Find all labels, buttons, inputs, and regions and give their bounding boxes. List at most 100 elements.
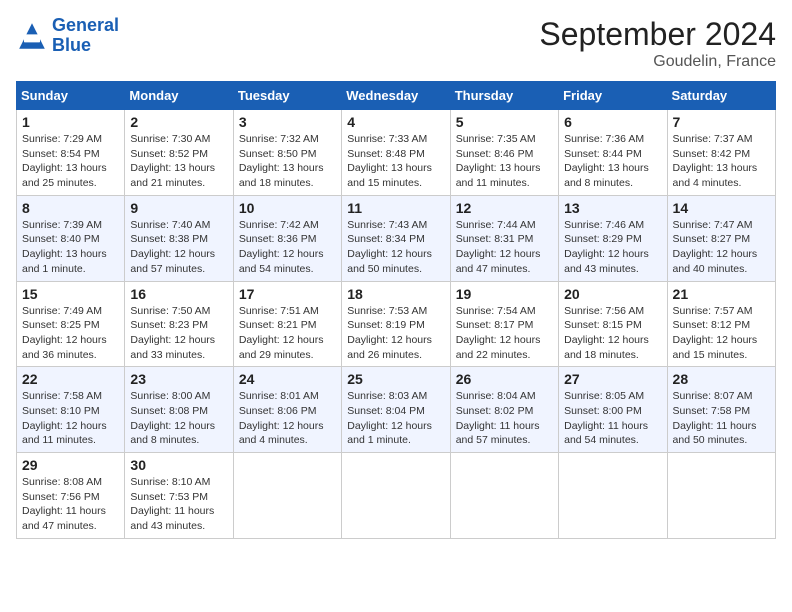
day-number: 4 <box>347 114 444 130</box>
day-info: Sunrise: 7:32 AM Sunset: 8:50 PM Dayligh… <box>239 132 336 191</box>
calendar-cell: 30 Sunrise: 8:10 AM Sunset: 7:53 PM Dayli… <box>125 453 233 539</box>
calendar-cell: 20 Sunrise: 7:56 AM Sunset: 8:15 PM Dayli… <box>559 281 667 367</box>
day-info: Sunrise: 7:57 AM Sunset: 8:12 PM Dayligh… <box>673 304 770 363</box>
day-number: 17 <box>239 286 336 302</box>
col-friday: Friday <box>559 82 667 110</box>
calendar-cell: 12 Sunrise: 7:44 AM Sunset: 8:31 PM Dayli… <box>450 195 558 281</box>
day-info: Sunrise: 7:35 AM Sunset: 8:46 PM Dayligh… <box>456 132 553 191</box>
calendar-cell: 15 Sunrise: 7:49 AM Sunset: 8:25 PM Dayli… <box>17 281 125 367</box>
day-info: Sunrise: 7:30 AM Sunset: 8:52 PM Dayligh… <box>130 132 227 191</box>
col-saturday: Saturday <box>667 82 775 110</box>
calendar-cell: 1 Sunrise: 7:29 AM Sunset: 8:54 PM Daylig… <box>17 110 125 196</box>
calendar-cell: 26 Sunrise: 8:04 AM Sunset: 8:02 PM Dayli… <box>450 367 558 453</box>
day-number: 20 <box>564 286 661 302</box>
calendar-cell: 14 Sunrise: 7:47 AM Sunset: 8:27 PM Dayli… <box>667 195 775 281</box>
calendar-cell: 21 Sunrise: 7:57 AM Sunset: 8:12 PM Dayli… <box>667 281 775 367</box>
col-thursday: Thursday <box>450 82 558 110</box>
day-info: Sunrise: 7:50 AM Sunset: 8:23 PM Dayligh… <box>130 304 227 363</box>
calendar-cell: 5 Sunrise: 7:35 AM Sunset: 8:46 PM Daylig… <box>450 110 558 196</box>
day-number: 5 <box>456 114 553 130</box>
day-number: 29 <box>22 457 119 473</box>
calendar-cell <box>342 453 450 539</box>
day-number: 12 <box>456 200 553 216</box>
day-number: 21 <box>673 286 770 302</box>
calendar-cell: 29 Sunrise: 8:08 AM Sunset: 7:56 PM Dayli… <box>17 453 125 539</box>
calendar-week-5: 29 Sunrise: 8:08 AM Sunset: 7:56 PM Dayli… <box>17 453 776 539</box>
day-info: Sunrise: 7:40 AM Sunset: 8:38 PM Dayligh… <box>130 218 227 277</box>
col-tuesday: Tuesday <box>233 82 341 110</box>
calendar-cell: 25Sunrise: 8:03 AM Sunset: 8:04 PM Dayli… <box>342 367 450 453</box>
day-number: 11 <box>347 200 444 216</box>
day-info: Sunrise: 7:58 AM Sunset: 8:10 PM Dayligh… <box>22 389 119 448</box>
day-info: Sunrise: 7:29 AM Sunset: 8:54 PM Dayligh… <box>22 132 119 191</box>
calendar-cell: 22Sunrise: 7:58 AM Sunset: 8:10 PM Dayli… <box>17 367 125 453</box>
calendar-cell: 19Sunrise: 7:54 AM Sunset: 8:17 PM Dayli… <box>450 281 558 367</box>
day-number: 7 <box>673 114 770 130</box>
day-number: 23 <box>130 371 227 387</box>
day-number: 26 <box>456 371 553 387</box>
day-info: Sunrise: 7:44 AM Sunset: 8:31 PM Dayligh… <box>456 218 553 277</box>
calendar-cell <box>559 453 667 539</box>
calendar-cell: 27 Sunrise: 8:05 AM Sunset: 8:00 PM Dayli… <box>559 367 667 453</box>
day-info: Sunrise: 7:53 AM Sunset: 8:19 PM Dayligh… <box>347 304 444 363</box>
logo-text: General Blue <box>52 16 119 56</box>
day-number: 15 <box>22 286 119 302</box>
calendar-cell: 4Sunrise: 7:33 AM Sunset: 8:48 PM Daylig… <box>342 110 450 196</box>
day-info: Sunrise: 8:10 AM Sunset: 7:53 PM Dayligh… <box>130 475 227 534</box>
calendar-week-2: 8Sunrise: 7:39 AM Sunset: 8:40 PM Daylig… <box>17 195 776 281</box>
calendar-cell <box>667 453 775 539</box>
calendar-cell: 10 Sunrise: 7:42 AM Sunset: 8:36 PM Dayli… <box>233 195 341 281</box>
day-info: Sunrise: 7:49 AM Sunset: 8:25 PM Dayligh… <box>22 304 119 363</box>
day-info: Sunrise: 7:47 AM Sunset: 8:27 PM Dayligh… <box>673 218 770 277</box>
day-number: 18 <box>347 286 444 302</box>
calendar-week-3: 15 Sunrise: 7:49 AM Sunset: 8:25 PM Dayli… <box>17 281 776 367</box>
calendar-cell: 24 Sunrise: 8:01 AM Sunset: 8:06 PM Dayli… <box>233 367 341 453</box>
day-info: Sunrise: 7:39 AM Sunset: 8:40 PM Dayligh… <box>22 218 119 277</box>
col-sunday: Sunday <box>17 82 125 110</box>
day-info: Sunrise: 8:04 AM Sunset: 8:02 PM Dayligh… <box>456 389 553 448</box>
calendar-header: Sunday Monday Tuesday Wednesday Thursday… <box>17 82 776 110</box>
day-info: Sunrise: 8:07 AM Sunset: 7:58 PM Dayligh… <box>673 389 770 448</box>
calendar-cell: 11Sunrise: 7:43 AM Sunset: 8:34 PM Dayli… <box>342 195 450 281</box>
title-block: September 2024 Goudelin, France <box>539 16 776 71</box>
calendar-cell: 18 Sunrise: 7:53 AM Sunset: 8:19 PM Dayli… <box>342 281 450 367</box>
calendar-cell <box>450 453 558 539</box>
month-title: September 2024 <box>539 16 776 53</box>
day-info: Sunrise: 7:42 AM Sunset: 8:36 PM Dayligh… <box>239 218 336 277</box>
calendar-cell: 9Sunrise: 7:40 AM Sunset: 8:38 PM Daylig… <box>125 195 233 281</box>
day-number: 27 <box>564 371 661 387</box>
calendar-cell: 2 Sunrise: 7:30 AM Sunset: 8:52 PM Daylig… <box>125 110 233 196</box>
day-number: 2 <box>130 114 227 130</box>
day-number: 10 <box>239 200 336 216</box>
day-number: 28 <box>673 371 770 387</box>
day-number: 30 <box>130 457 227 473</box>
calendar-cell: 16 Sunrise: 7:50 AM Sunset: 8:23 PM Dayli… <box>125 281 233 367</box>
header-row: Sunday Monday Tuesday Wednesday Thursday… <box>17 82 776 110</box>
calendar-cell: 17 Sunrise: 7:51 AM Sunset: 8:21 PM Dayli… <box>233 281 341 367</box>
day-number: 13 <box>564 200 661 216</box>
logo-blue: Blue <box>52 35 91 55</box>
day-info: Sunrise: 8:05 AM Sunset: 8:00 PM Dayligh… <box>564 389 661 448</box>
day-info: Sunrise: 8:01 AM Sunset: 8:06 PM Dayligh… <box>239 389 336 448</box>
day-info: Sunrise: 7:56 AM Sunset: 8:15 PM Dayligh… <box>564 304 661 363</box>
day-number: 1 <box>22 114 119 130</box>
day-number: 6 <box>564 114 661 130</box>
calendar-cell: 28 Sunrise: 8:07 AM Sunset: 7:58 PM Dayli… <box>667 367 775 453</box>
location-subtitle: Goudelin, France <box>539 53 776 71</box>
logo-general: General <box>52 15 119 35</box>
calendar-cell: 7Sunrise: 7:37 AM Sunset: 8:42 PM Daylig… <box>667 110 775 196</box>
calendar-cell: 6 Sunrise: 7:36 AM Sunset: 8:44 PM Daylig… <box>559 110 667 196</box>
day-number: 3 <box>239 114 336 130</box>
day-number: 14 <box>673 200 770 216</box>
day-number: 24 <box>239 371 336 387</box>
calendar-week-4: 22Sunrise: 7:58 AM Sunset: 8:10 PM Dayli… <box>17 367 776 453</box>
page-header: General Blue September 2024 Goudelin, Fr… <box>16 16 776 71</box>
day-info: Sunrise: 7:36 AM Sunset: 8:44 PM Dayligh… <box>564 132 661 191</box>
day-info: Sunrise: 8:08 AM Sunset: 7:56 PM Dayligh… <box>22 475 119 534</box>
calendar-cell: 8Sunrise: 7:39 AM Sunset: 8:40 PM Daylig… <box>17 195 125 281</box>
day-info: Sunrise: 7:51 AM Sunset: 8:21 PM Dayligh… <box>239 304 336 363</box>
logo-icon <box>16 20 48 52</box>
day-number: 16 <box>130 286 227 302</box>
calendar-body: 1 Sunrise: 7:29 AM Sunset: 8:54 PM Daylig… <box>17 110 776 539</box>
logo: General Blue <box>16 16 119 56</box>
